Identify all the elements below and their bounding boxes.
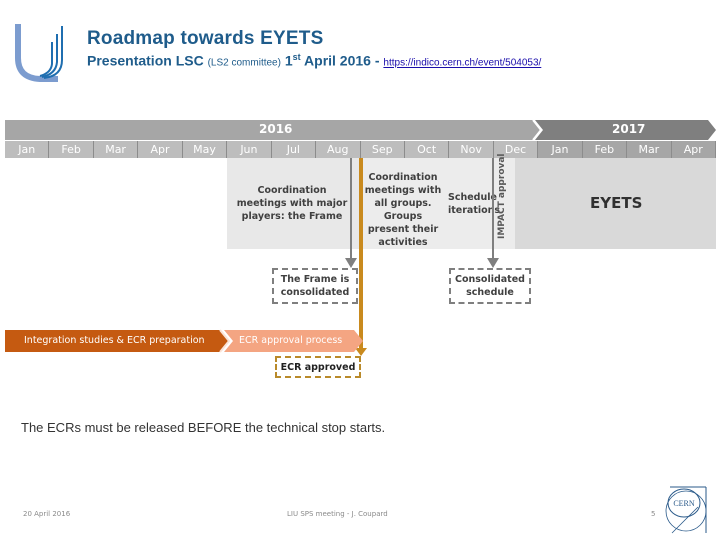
phase-schedule-text: Schedule iterations xyxy=(448,192,501,216)
month-apr-2016: Apr xyxy=(138,141,183,158)
frame-arrow-line xyxy=(350,158,352,263)
month-nov-2016: Nov xyxy=(449,141,494,158)
year-2016-label: 2016 xyxy=(259,122,293,136)
ecr-approved-box: ECR approved xyxy=(275,356,361,378)
frame-consolidated-box: The Frame is consolidated xyxy=(272,268,358,304)
month-aug-2016: Aug xyxy=(316,141,361,158)
impact-approval-label: IMPACT approval xyxy=(497,153,507,239)
month-oct-2016: Oct xyxy=(404,141,450,158)
phase-frame-text: Coordination meetings with major players… xyxy=(236,185,348,222)
subtitle-date-num: 1 xyxy=(284,52,293,69)
process-step2-label: ECR approval process xyxy=(239,335,343,346)
month-mar-2017: Mar xyxy=(627,141,672,158)
month-sep-2016: Sep xyxy=(360,141,405,158)
cern-logo-icon: CERN xyxy=(665,486,707,534)
statement-text: The ECRs must be released BEFORE the tec… xyxy=(21,420,386,435)
impact-arrow-head-icon xyxy=(487,258,499,268)
month-apr-2017: Apr xyxy=(671,141,716,158)
subtitle-date: April 2016 - xyxy=(304,52,380,69)
year-band xyxy=(5,120,716,140)
year-2017-label: 2017 xyxy=(612,122,646,136)
process-step1-label: Integration studies & ECR preparation xyxy=(24,335,205,346)
month-row: Jan Feb Mar Apr May Jun Jul Aug Sep Oct … xyxy=(5,141,716,158)
page-title: Roadmap towards EYETS xyxy=(87,28,324,49)
ecr-deadline-line xyxy=(359,158,363,351)
page-number: 5 xyxy=(651,510,656,518)
month-jun-2016: Jun xyxy=(227,141,272,158)
month-feb-2017: Feb xyxy=(582,141,628,158)
month-mar-2016: Mar xyxy=(93,141,139,158)
indico-link[interactable]: https://indico.cern.ch/event/504053/ xyxy=(383,58,541,69)
liu-logo-icon xyxy=(15,24,63,82)
impact-arrow-line xyxy=(492,158,494,263)
month-jan-2016: Jan xyxy=(5,141,50,158)
month-feb-2016: Feb xyxy=(49,141,94,158)
subtitle-main: Presentation LSC xyxy=(87,52,204,69)
phase-groups-text: Coordination meetings with all groups. G… xyxy=(364,172,442,248)
footer-date: 20 April 2016 xyxy=(23,510,71,518)
frame-arrow-head-icon xyxy=(345,258,357,268)
page-subtitle: Presentation LSC (LS2 committee) 1st Apr… xyxy=(87,52,541,69)
cern-logo-text: CERN xyxy=(673,499,695,508)
month-jul-2016: Jul xyxy=(271,141,317,158)
eyets-label: EYETS xyxy=(590,194,643,212)
schedule-consolidated-box: Consolidated schedule xyxy=(449,268,531,304)
month-may-2016: May xyxy=(182,141,228,158)
footer-event: LIU SPS meeting - J. Coupard xyxy=(287,510,388,518)
month-jan-2017: Jan xyxy=(538,141,583,158)
subtitle-committee: (LS2 committee) xyxy=(207,57,281,69)
subtitle-date-sup: st xyxy=(292,52,301,62)
